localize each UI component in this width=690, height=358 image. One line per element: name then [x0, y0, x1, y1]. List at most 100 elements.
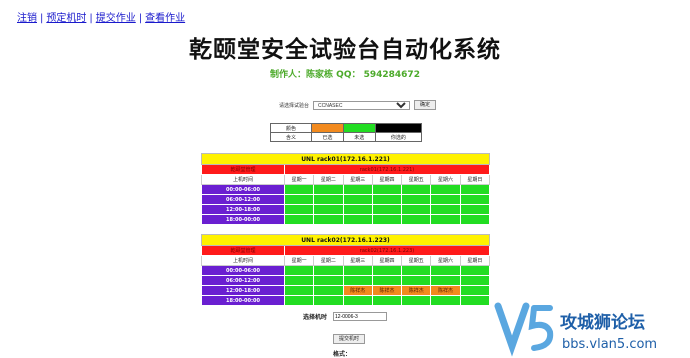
schedule-cell[interactable]: [313, 204, 344, 215]
day-header: 星期四: [371, 255, 403, 266]
schedule-cell[interactable]: [371, 184, 403, 195]
schedule-cell[interactable]: [342, 184, 373, 195]
submit-time-button[interactable]: 提交机时: [333, 334, 366, 344]
schedule-cell[interactable]: [430, 275, 461, 286]
schedule-cell[interactable]: [313, 275, 344, 286]
rack-title: UNL rack02(172.16.1.223): [201, 234, 490, 246]
schedule-cell[interactable]: [459, 265, 491, 276]
schedule-cell[interactable]: [283, 194, 315, 205]
schedule-cell[interactable]: [459, 275, 491, 286]
schedule-cell[interactable]: [430, 295, 461, 306]
schedule-cell[interactable]: [283, 184, 315, 195]
schedule-cell[interactable]: 陈祥杰: [371, 285, 403, 296]
rack-title: UNL rack01(172.16.1.221): [201, 153, 490, 165]
schedule-cell[interactable]: [313, 285, 344, 296]
day-header: 星期二: [313, 174, 344, 185]
day-header: 星期二: [313, 255, 344, 266]
legend-meaning-selected: 已选: [311, 132, 344, 142]
schedule-row: 18:00-00:00: [201, 295, 491, 306]
schedule-row: 00:00-06:00: [201, 184, 491, 195]
schedule-cell[interactable]: [342, 265, 373, 276]
legend-meaning-label: 含义: [270, 132, 312, 142]
schedule-cell[interactable]: 陈祥杰: [430, 285, 461, 296]
schedule-cell[interactable]: [371, 214, 403, 225]
day-header: 星期日: [459, 255, 491, 266]
schedule-cell[interactable]: [342, 204, 373, 215]
schedule-cell[interactable]: [313, 194, 344, 205]
schedule-cell[interactable]: [371, 204, 403, 215]
rack-selector-label: 请选择试验台: [279, 102, 310, 109]
top-nav: 注销 | 预定机时 | 提交作业 | 查看作业: [17, 9, 185, 24]
schedule-cell[interactable]: [342, 295, 373, 306]
schedule-cell[interactable]: [371, 265, 403, 276]
day-header: 星期一: [283, 255, 315, 266]
time-slot-label: 06:00-12:00: [201, 275, 285, 286]
schedule-row: 06:00-12:00: [201, 194, 491, 205]
schedule-cell[interactable]: [283, 265, 315, 276]
time-slot-label: 06:00-12:00: [201, 194, 285, 205]
schedule-cell[interactable]: [283, 204, 315, 215]
nav-reserve-link[interactable]: 预定机时: [46, 13, 86, 24]
schedule-cell[interactable]: [459, 204, 491, 215]
legend-color-yours: [374, 123, 423, 133]
time-input[interactable]: [333, 312, 388, 321]
schedule-cell[interactable]: [401, 275, 432, 286]
schedule-cell[interactable]: [283, 275, 315, 286]
day-header: 星期日: [459, 174, 491, 185]
schedule-cell[interactable]: [459, 214, 491, 225]
rack-name-label: rack02(172.16.1.223): [284, 245, 490, 256]
page-title: 乾颐堂安全试验台自动化系统: [189, 37, 501, 63]
schedule-cell[interactable]: [313, 184, 344, 195]
schedule-cell[interactable]: 陈祥杰: [401, 285, 432, 296]
schedule-cell[interactable]: [401, 265, 432, 276]
legend-color-label: 颜色: [270, 123, 312, 133]
schedule-cell[interactable]: [401, 214, 432, 225]
time-slot-label: 18:00-00:00: [201, 295, 285, 306]
schedule-cell[interactable]: [313, 295, 344, 306]
schedule-cell[interactable]: [283, 285, 315, 296]
schedule-cell[interactable]: [313, 214, 344, 225]
nav-logout-link[interactable]: 注销: [17, 13, 37, 24]
legend-color-selected: [311, 123, 344, 133]
nav-separator: |: [138, 13, 143, 24]
schedule-cell[interactable]: [283, 214, 315, 225]
schedule-cell[interactable]: [430, 194, 461, 205]
nav-submit-job-link[interactable]: 提交作业: [96, 13, 136, 24]
schedule-cell[interactable]: [401, 194, 432, 205]
schedule-row: 00:00-06:00: [201, 265, 491, 276]
schedule-cell[interactable]: [430, 204, 461, 215]
format-label: 格式：: [333, 351, 352, 358]
day-header: 星期五: [401, 255, 432, 266]
legend-meaning-yours: 你选的: [374, 132, 423, 142]
schedule-row: 06:00-12:00: [201, 275, 491, 286]
schedule-cell[interactable]: [371, 295, 403, 306]
confirm-button[interactable]: 确定: [414, 100, 437, 110]
schedule-cell[interactable]: [430, 184, 461, 195]
schedule-cell[interactable]: [459, 184, 491, 195]
schedule-cell[interactable]: [283, 295, 315, 306]
time-slot-label: 12:00-18:00: [201, 285, 285, 296]
schedule-cell[interactable]: [313, 265, 344, 276]
time-slot-label: 00:00-06:00: [201, 184, 285, 195]
schedule-cell[interactable]: [401, 295, 432, 306]
schedule-cell[interactable]: [459, 285, 491, 296]
schedule-cell[interactable]: [430, 265, 461, 276]
schedule-cell[interactable]: [371, 194, 403, 205]
day-header: 星期六: [430, 174, 461, 185]
schedule-cell[interactable]: [342, 194, 373, 205]
schedule-cell[interactable]: [401, 184, 432, 195]
schedule-cell[interactable]: 陈祥杰: [342, 285, 373, 296]
day-header: 星期一: [283, 174, 315, 185]
nav-view-jobs-link[interactable]: 查看作业: [145, 13, 185, 24]
schedule-cell[interactable]: [430, 214, 461, 225]
schedule-cell[interactable]: [459, 194, 491, 205]
schedule-cell[interactable]: [342, 275, 373, 286]
schedule-cell[interactable]: [342, 214, 373, 225]
day-header: 星期四: [371, 174, 403, 185]
schedule-cell[interactable]: [401, 204, 432, 215]
rack-select[interactable]: CCNASEC: [313, 100, 411, 110]
schedule-cell[interactable]: [371, 275, 403, 286]
time-slot-label: 18:00-00:00: [201, 214, 285, 225]
schedule-cell[interactable]: [459, 295, 491, 306]
rack-admin-label: 乾颐堂管理: [201, 164, 285, 175]
